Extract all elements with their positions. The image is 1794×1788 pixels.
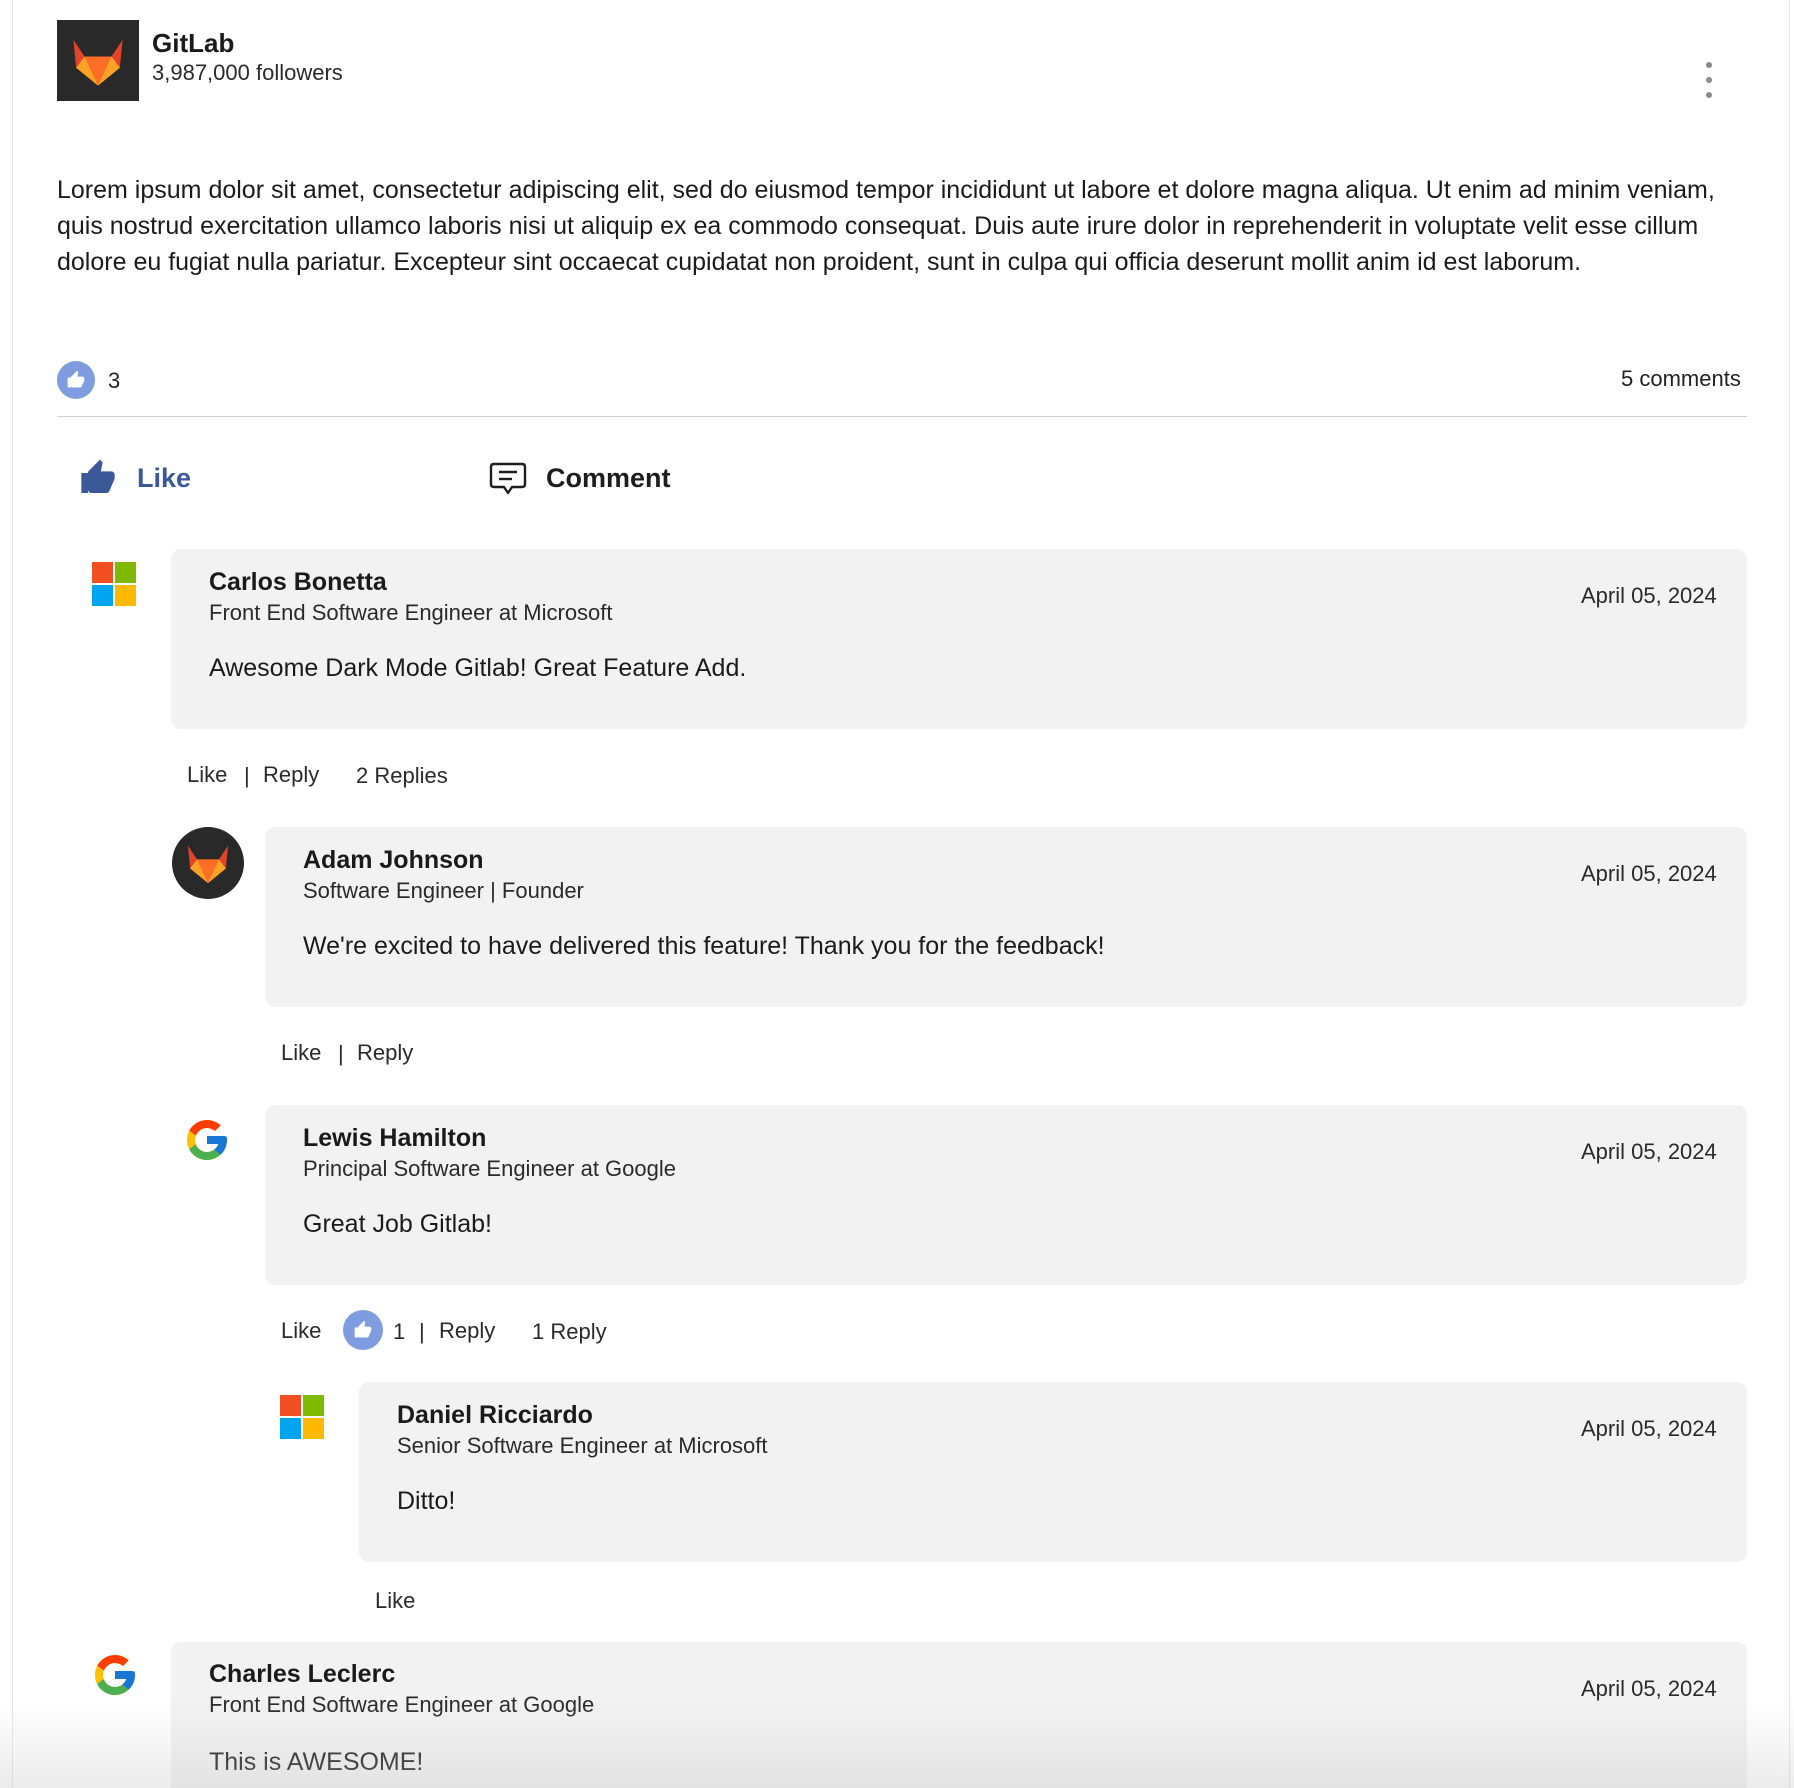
commenter-title: Software Engineer | Founder (303, 878, 584, 903)
comment-reply-link[interactable]: Reply (357, 1040, 413, 1066)
comment-like-link[interactable]: Like (281, 1318, 321, 1344)
company-name[interactable]: GitLab (152, 28, 234, 59)
microsoft-logo-icon[interactable] (92, 562, 136, 606)
gitlab-fox-icon (185, 842, 231, 884)
comment-replies-link[interactable]: 2 Replies (356, 763, 448, 789)
comment-icon (489, 462, 527, 495)
google-logo-icon[interactable] (91, 1651, 139, 1699)
comment-date: April 05, 2024 (1581, 583, 1717, 608)
comment-text: Great Job Gitlab! (303, 1210, 492, 1238)
comment-date: April 05, 2024 (1581, 1676, 1717, 1701)
post-body: Lorem ipsum dolor sit amet, consectetur … (57, 176, 1715, 276)
commenter-name[interactable]: Adam Johnson (303, 846, 484, 875)
comment-text: Awesome Dark Mode Gitlab! Great Feature … (209, 654, 747, 682)
comment-text: This is AWESOME! (209, 1748, 424, 1776)
comment-like-link[interactable]: Like (187, 762, 227, 788)
separator: | (419, 1319, 425, 1344)
comment-reply-link[interactable]: Reply (263, 762, 319, 788)
divider (57, 416, 1747, 417)
commenter-title: Front End Software Engineer at Google (209, 1692, 595, 1717)
comment-like-link[interactable]: Like (281, 1040, 321, 1066)
thumbs-up-icon (353, 1320, 373, 1340)
like-reaction-badge[interactable] (57, 361, 95, 399)
comment-like-link[interactable]: Like (375, 1588, 415, 1614)
commenter-title: Principal Software Engineer at Google (303, 1156, 676, 1181)
commenter-name[interactable]: Charles Leclerc (209, 1660, 395, 1689)
commenter-name[interactable]: Carlos Bonetta (209, 568, 387, 597)
comment-bubble (265, 827, 1747, 1007)
post-card: GitLab 3,987,000 followers Lorem ipsum d… (12, 0, 1790, 1788)
commenter-name[interactable]: Daniel Ricciardo (397, 1401, 593, 1430)
like-count: 3 (108, 368, 121, 393)
google-logo-icon[interactable] (183, 1116, 231, 1164)
comments-count[interactable]: 5 comments (1621, 366, 1741, 392)
comment-bubble (171, 549, 1747, 729)
thumbs-up-icon (66, 370, 86, 390)
gitlab-fox-icon (70, 35, 126, 87)
commenter-title: Front End Software Engineer at Microsoft (209, 600, 613, 625)
comment-replies-link[interactable]: 1 Reply (532, 1319, 607, 1345)
comment-date: April 05, 2024 (1581, 861, 1717, 886)
gitlab-avatar[interactable] (172, 827, 244, 899)
separator: | (338, 1041, 344, 1066)
thumbs-up-icon (77, 458, 119, 498)
like-button-label: Like (137, 462, 192, 493)
like-reaction-badge[interactable] (343, 1310, 383, 1350)
comment-text: Ditto! (397, 1487, 456, 1515)
more-options-icon[interactable] (1702, 62, 1716, 98)
comment-text: We're excited to have delivered this fea… (303, 932, 1105, 960)
follower-count: 3,987,000 followers (152, 60, 343, 85)
gitlab-logo[interactable] (57, 20, 139, 101)
comment-date: April 05, 2024 (1581, 1416, 1717, 1441)
separator: | (244, 763, 250, 788)
commenter-name[interactable]: Lewis Hamilton (303, 1124, 486, 1153)
commenter-title: Senior Software Engineer at Microsoft (397, 1433, 768, 1458)
comment-bubble (265, 1105, 1747, 1285)
comment-button[interactable]: Comment (488, 458, 671, 498)
like-button[interactable]: Like (77, 458, 191, 498)
comment-button-label: Comment (546, 462, 671, 493)
microsoft-logo-icon[interactable] (280, 1395, 324, 1439)
comment-like-count: 1 (393, 1319, 406, 1344)
comment-date: April 05, 2024 (1581, 1139, 1717, 1164)
comment-reply-link[interactable]: Reply (439, 1318, 495, 1344)
